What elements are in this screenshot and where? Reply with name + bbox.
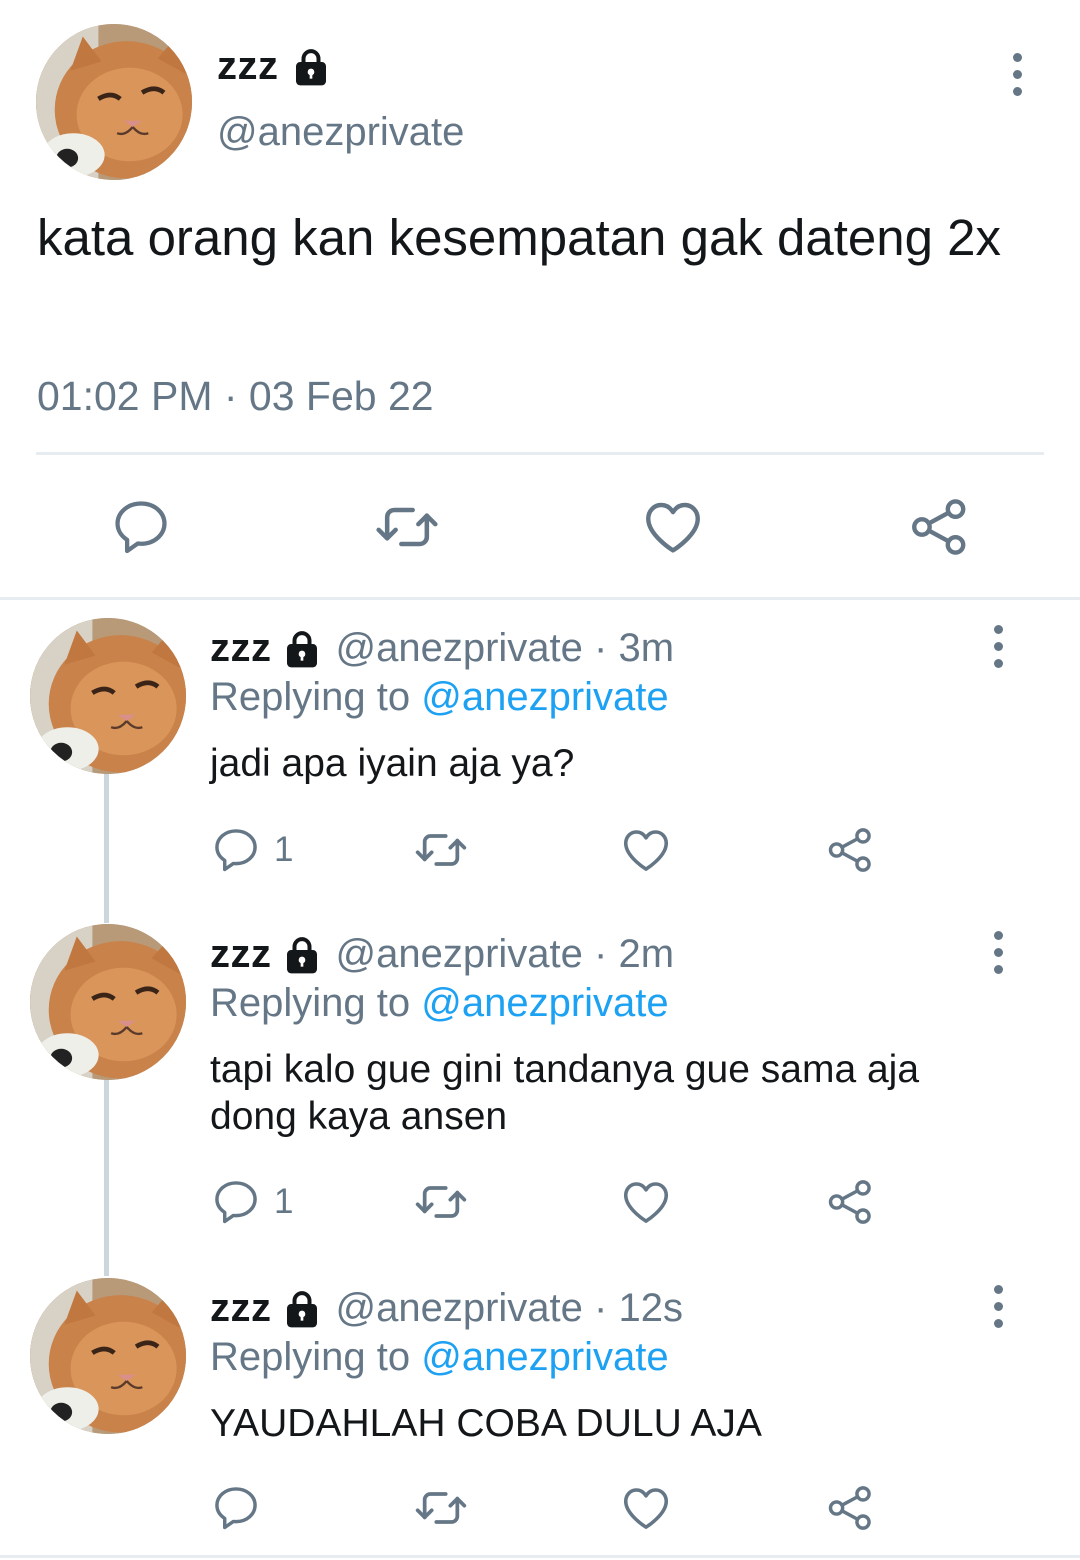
more-icon-dot [993, 1318, 1003, 1328]
reply-count: 1 [274, 1182, 294, 1221]
more-icon-dot [993, 641, 1003, 651]
reply-handle-time: @anezprivate · 3m [335, 626, 675, 670]
more-icon-dot [993, 1301, 1003, 1311]
reply-handle-time: @anezprivate · 12s [335, 1286, 683, 1330]
reply-text: jadi apa iyain aja ya? [210, 742, 575, 785]
share-icon [824, 1176, 876, 1228]
main-like-button[interactable] [640, 494, 706, 560]
reply-button[interactable]: 1 [210, 824, 300, 876]
main-share-button[interactable] [906, 494, 972, 560]
reply-author-name[interactable]: zzz [210, 1286, 272, 1331]
more-icon-dot [1012, 69, 1022, 79]
main-author-handle[interactable]: @anezprivate [217, 110, 464, 155]
reply-avatar[interactable] [30, 1278, 186, 1434]
main-tweet-timestamp: 01:02 PM · 03 Feb 22 [37, 373, 434, 419]
reply-button[interactable] [210, 1482, 300, 1534]
more-icon-dot [993, 930, 1003, 940]
main-avatar[interactable] [36, 24, 192, 180]
reply-header: zzz @anezprivate · 2m [210, 932, 674, 977]
like-icon [619, 823, 673, 877]
more-icon-dot [993, 964, 1003, 974]
retweet-icon [413, 1174, 469, 1230]
lock-icon [291, 47, 331, 87]
more-icon-dot [1012, 86, 1022, 96]
thread-line [104, 1080, 109, 1276]
more-options-button[interactable] [1007, 44, 1027, 104]
retweet-button[interactable] [412, 1480, 470, 1536]
replying-to: Replying to @anezprivate [210, 981, 669, 1026]
replying-prefix: Replying to [210, 1335, 422, 1379]
reply-icon [210, 1176, 262, 1228]
reply-avatar[interactable] [30, 924, 186, 1080]
reply-avatar[interactable] [30, 618, 186, 774]
replying-to-link[interactable]: @anezprivate [421, 1335, 668, 1379]
section-separator [0, 597, 1080, 600]
reply-header: zzz @anezprivate · 3m [210, 626, 674, 671]
reply-icon [109, 495, 173, 559]
lock-icon [282, 935, 322, 975]
main-name-text: zzz [217, 44, 279, 88]
share-icon [824, 824, 876, 876]
bottom-divider [0, 1555, 1080, 1558]
lock-icon [282, 629, 322, 669]
cat-avatar-image [30, 618, 186, 774]
reply-icon [210, 824, 262, 876]
like-icon [619, 1481, 673, 1535]
retweet-icon [413, 822, 469, 878]
cat-avatar-image [30, 924, 186, 1080]
cat-avatar-image [36, 24, 192, 180]
thread-line [104, 773, 109, 923]
main-retweet-button[interactable] [372, 494, 442, 560]
lock-icon [282, 1289, 322, 1329]
more-icon-dot [1012, 52, 1022, 62]
share-button[interactable] [822, 822, 878, 878]
replying-prefix: Replying to [210, 981, 422, 1025]
retweet-icon [373, 493, 441, 561]
main-tweet-text: kata orang kan kesempatan gak dateng 2x [37, 209, 1001, 266]
reply-icon [210, 1482, 262, 1534]
more-icon-dot [993, 947, 1003, 957]
share-button[interactable] [822, 1480, 878, 1536]
reply-button[interactable]: 1 [210, 1176, 300, 1228]
more-icon-dot [993, 624, 1003, 634]
divider [36, 452, 1044, 455]
reply-count: 1 [274, 830, 294, 869]
reply-header: zzz @anezprivate · 12s [210, 1286, 683, 1331]
reply-author-name[interactable]: zzz [210, 626, 272, 671]
cat-avatar-image [30, 1278, 186, 1434]
replying-to-link[interactable]: @anezprivate [421, 981, 668, 1025]
more-options-button[interactable] [988, 616, 1008, 676]
more-icon-dot [993, 1284, 1003, 1294]
replying-to: Replying to @anezprivate [210, 675, 669, 720]
more-options-button[interactable] [988, 1276, 1008, 1336]
retweet-button[interactable] [412, 1174, 470, 1230]
reply-author-name[interactable]: zzz [210, 932, 272, 977]
main-author-name[interactable]: zzz [217, 44, 331, 89]
replying-to: Replying to @anezprivate [210, 1335, 669, 1380]
share-icon [824, 1482, 876, 1534]
more-icon-dot [993, 658, 1003, 668]
like-icon [640, 494, 706, 560]
like-button[interactable] [618, 822, 674, 878]
retweet-button[interactable] [412, 822, 470, 878]
share-icon [906, 494, 972, 560]
reply-handle-time: @anezprivate · 2m [335, 932, 675, 976]
reply-text: tapi kalo gue gini tandanya gue sama aja… [210, 1048, 920, 1138]
replying-prefix: Replying to [210, 675, 422, 719]
retweet-icon [413, 1480, 469, 1536]
like-button[interactable] [618, 1480, 674, 1536]
reply-text: YAUDAHLAH COBA DULU AJA [210, 1402, 762, 1445]
replying-to-link[interactable]: @anezprivate [421, 675, 668, 719]
like-button[interactable] [618, 1174, 674, 1230]
main-reply-button[interactable] [108, 494, 174, 560]
more-options-button[interactable] [988, 922, 1008, 982]
like-icon [619, 1175, 673, 1229]
share-button[interactable] [822, 1174, 878, 1230]
